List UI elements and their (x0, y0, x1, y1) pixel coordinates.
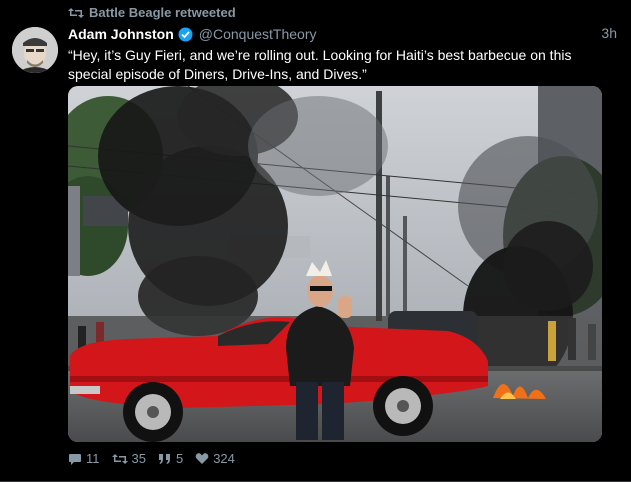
author-handle[interactable]: @ConquestTheory (199, 26, 317, 42)
reply-button[interactable]: 11 (68, 451, 100, 466)
tweet-image[interactable] (68, 86, 602, 442)
retweet-label: Battle Beagle retweeted (89, 5, 236, 20)
tweet-time[interactable]: 3h (601, 25, 617, 41)
retweet-icon (111, 453, 128, 465)
verified-badge-icon (178, 27, 193, 42)
quote-icon (158, 453, 172, 465)
retweet-button[interactable]: 35 (111, 451, 146, 466)
tweet[interactable]: Battle Beagle retweeted Adam Johnston @C… (0, 0, 631, 482)
author-name[interactable]: Adam Johnston (68, 26, 174, 42)
retweet-icon (68, 7, 84, 19)
tweet-text: “Hey, it’s Guy Fieri, and we’re rolling … (68, 47, 572, 82)
quote-count: 5 (175, 451, 184, 466)
reply-count: 11 (86, 451, 100, 466)
avatar[interactable] (12, 27, 58, 73)
street-scene-image (68, 86, 602, 442)
like-button[interactable]: 324 (195, 451, 235, 466)
retweet-count: 35 (131, 451, 146, 466)
retweet-indicator[interactable]: Battle Beagle retweeted (68, 5, 236, 20)
heart-icon (195, 452, 209, 465)
reply-icon (68, 452, 82, 466)
tweet-actions: 11 35 5 324 (68, 451, 235, 466)
quote-button[interactable]: 5 (158, 451, 183, 466)
tweet-header: Adam Johnston @ConquestTheory 3h (68, 25, 617, 43)
like-count: 324 (213, 451, 235, 466)
